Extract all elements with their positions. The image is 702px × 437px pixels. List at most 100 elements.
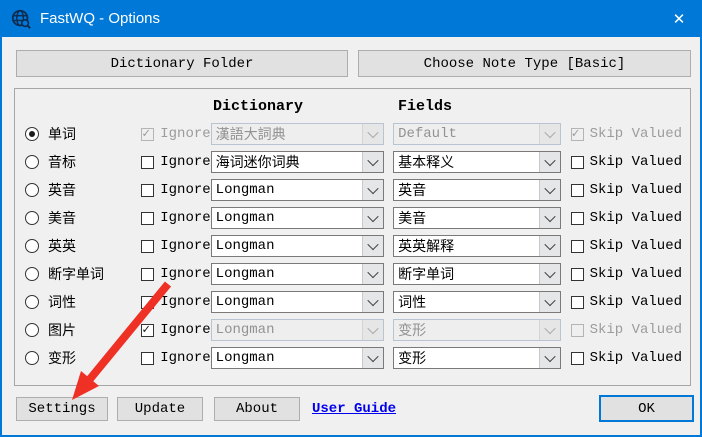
dropdown-arrow-button[interactable] [539, 152, 560, 172]
option-row: 变形IgnoreLongman变形Skip Valued [25, 344, 682, 372]
user-guide-link[interactable]: User Guide [312, 401, 396, 417]
ignore-label: Ignore [160, 154, 210, 170]
field-select-value: 词性 [394, 292, 539, 312]
radio-cell: 英英 [25, 236, 141, 256]
field-select[interactable]: 变形 [393, 347, 561, 369]
row-radio-button[interactable] [25, 323, 39, 337]
ignore-checkbox[interactable] [141, 268, 154, 281]
field-select[interactable]: 词性 [393, 291, 561, 313]
ignore-label: Ignore [160, 322, 210, 338]
field-select[interactable]: 英音 [393, 179, 561, 201]
skip-valued-checkbox[interactable] [571, 212, 584, 225]
field-select[interactable]: 美音 [393, 207, 561, 229]
options-grid-rows: 单词Ignore漢語大詞典DefaultSkip Valued音标Ignore海… [25, 120, 682, 372]
chevron-down-icon [367, 351, 378, 362]
ignore-label: Ignore [160, 350, 210, 366]
skip-valued-checkbox[interactable] [571, 156, 584, 169]
dictionary-select-value: Longman [212, 180, 362, 200]
dictionary-select[interactable]: Longman [211, 291, 384, 313]
skip-valued-checkbox[interactable] [571, 352, 584, 365]
skip-valued-checkbox[interactable] [571, 296, 584, 309]
ignore-label: Ignore [160, 238, 210, 254]
skip-valued-label: Skip Valued [590, 210, 682, 226]
ignore-checkbox[interactable] [141, 156, 154, 169]
radio-cell: 音标 [25, 152, 141, 172]
fields-column-header: Fields [398, 98, 452, 115]
dropdown-arrow-button[interactable] [539, 236, 560, 256]
dictionary-column-header: Dictionary [213, 98, 303, 115]
dropdown-arrow-button[interactable] [539, 208, 560, 228]
row-radio-button[interactable] [25, 183, 39, 197]
dropdown-arrow-button[interactable] [362, 348, 383, 368]
ignore-checkbox[interactable] [141, 352, 154, 365]
dropdown-arrow-button[interactable] [539, 264, 560, 284]
row-radio-button[interactable] [25, 155, 39, 169]
dropdown-arrow-button[interactable] [539, 180, 560, 200]
field-select-value: 变形 [394, 348, 539, 368]
ignore-checkbox[interactable] [141, 240, 154, 253]
dictionary-select[interactable]: Longman [211, 347, 384, 369]
skip-valued-checkbox[interactable] [571, 184, 584, 197]
row-label: 词性 [48, 292, 76, 312]
about-button[interactable]: About [214, 397, 300, 421]
option-row: 英音IgnoreLongman英音Skip Valued [25, 176, 682, 204]
skip-valued-label: Skip Valued [590, 126, 682, 142]
skip-valued-label: Skip Valued [590, 238, 682, 254]
dictionary-select[interactable]: 海词迷你词典 [211, 151, 384, 173]
field-select-value: 变形 [394, 320, 539, 340]
skip-valued-label: Skip Valued [590, 182, 682, 198]
dictionary-select[interactable]: Longman [211, 207, 384, 229]
dictionary-select[interactable]: Longman [211, 179, 384, 201]
update-button[interactable]: Update [117, 397, 203, 421]
radio-cell: 英音 [25, 180, 141, 200]
dropdown-arrow-button[interactable] [362, 264, 383, 284]
dropdown-arrow-button[interactable] [362, 236, 383, 256]
row-radio-button[interactable] [25, 267, 39, 281]
ignore-cell: Ignore [141, 182, 210, 198]
row-radio-button[interactable] [25, 127, 39, 141]
dictionary-select-value: 漢語大詞典 [212, 124, 362, 144]
ignore-label: Ignore [160, 266, 210, 282]
settings-button[interactable]: Settings [16, 397, 108, 421]
ignore-label: Ignore [160, 210, 210, 226]
dropdown-arrow-button[interactable] [362, 152, 383, 172]
skip-valued-label: Skip Valued [590, 322, 682, 338]
row-radio-button[interactable] [25, 295, 39, 309]
field-select[interactable]: 基本释义 [393, 151, 561, 173]
ignore-checkbox[interactable] [141, 296, 154, 309]
row-radio-button[interactable] [25, 211, 39, 225]
dropdown-arrow-button[interactable] [539, 292, 560, 312]
field-select[interactable]: 断字单词 [393, 263, 561, 285]
row-radio-button[interactable] [25, 239, 39, 253]
skip-valued-label: Skip Valued [590, 294, 682, 310]
row-radio-button[interactable] [25, 351, 39, 365]
dropdown-arrow-button[interactable] [362, 180, 383, 200]
title-bar: FastWQ - Options ✕ [0, 0, 702, 37]
chevron-down-icon [544, 351, 555, 362]
skip-valued-checkbox[interactable] [571, 240, 584, 253]
ignore-checkbox[interactable] [141, 324, 154, 337]
ignore-cell: Ignore [141, 210, 210, 226]
dropdown-arrow-button[interactable] [362, 208, 383, 228]
close-button[interactable]: ✕ [656, 0, 702, 37]
skip-valued-cell: Skip Valued [571, 182, 682, 198]
dropdown-arrow-button[interactable] [362, 292, 383, 312]
dropdown-arrow-button [539, 124, 560, 144]
row-label: 美音 [48, 208, 76, 228]
chevron-down-icon [367, 127, 378, 138]
row-label: 变形 [48, 348, 76, 368]
ok-button[interactable]: OK [599, 395, 694, 422]
ignore-checkbox[interactable] [141, 184, 154, 197]
ignore-cell: Ignore [141, 294, 210, 310]
dictionary-folder-button[interactable]: Dictionary Folder [16, 50, 348, 77]
option-row: 英英 IgnoreLongman 英英解释 Skip Valued [25, 232, 682, 260]
field-select: Default [393, 123, 561, 145]
dictionary-select[interactable]: Longman [211, 263, 384, 285]
ignore-checkbox[interactable] [141, 212, 154, 225]
dictionary-select: 漢語大詞典 [211, 123, 384, 145]
choose-note-type-button[interactable]: Choose Note Type [Basic] [358, 50, 691, 77]
dictionary-select[interactable]: Longman [211, 235, 384, 257]
skip-valued-checkbox[interactable] [571, 268, 584, 281]
dropdown-arrow-button[interactable] [539, 348, 560, 368]
field-select[interactable]: 英英解释 [393, 235, 561, 257]
